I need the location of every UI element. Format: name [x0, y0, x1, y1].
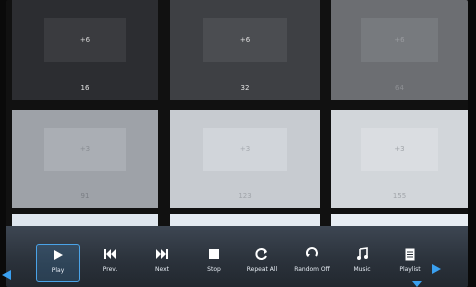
play-button[interactable]: Play: [36, 244, 80, 282]
repeat-button[interactable]: Repeat All: [240, 244, 284, 282]
repeat-icon: [250, 244, 274, 264]
skip-next-icon: [150, 244, 174, 264]
pattern-tile[interactable]: +6 16: [12, 0, 158, 100]
play-label: Play: [51, 267, 65, 274]
test-pattern-grid: +6 16 +6 32 +6 64 +3 91 +3 123 +3 155: [6, 0, 468, 228]
music-button[interactable]: Music: [340, 244, 384, 282]
playlist-button[interactable]: Playlist: [388, 244, 432, 282]
tile-value: 155: [392, 192, 407, 200]
next-label: Next: [155, 266, 169, 273]
tile-value: 32: [240, 84, 250, 92]
tile-patch-label: +3: [203, 127, 287, 171]
skip-previous-icon: [98, 244, 122, 264]
stop-icon: [202, 244, 226, 264]
music-label: Music: [353, 266, 371, 273]
arrow-down-icon[interactable]: [412, 281, 422, 287]
shuffle-icon: [300, 244, 324, 264]
tile-value: 16: [80, 84, 90, 92]
tile-patch-label: +6: [44, 18, 126, 62]
pattern-tile[interactable]: +3 155: [331, 110, 468, 208]
media-control-bar: Play Prev. Next Stop Repeat All Random O…: [6, 226, 468, 287]
random-label: Random Off: [294, 266, 330, 273]
next-button[interactable]: Next: [140, 244, 184, 282]
pattern-tile[interactable]: +3 123: [170, 110, 320, 208]
play-icon: [46, 245, 70, 265]
pattern-tile[interactable]: +6 64: [331, 0, 468, 100]
tile-patch-label: +3: [44, 127, 126, 171]
music-note-icon: [350, 244, 374, 264]
tile-value: 123: [238, 192, 252, 200]
random-button[interactable]: Random Off: [290, 244, 334, 282]
tile-patch-label: +6: [361, 18, 438, 62]
pattern-tile[interactable]: +3 91: [12, 110, 158, 208]
playlist-icon: [398, 244, 422, 264]
stop-label: Stop: [207, 266, 221, 273]
arrow-left-icon[interactable]: [2, 270, 11, 280]
stop-button[interactable]: Stop: [192, 244, 236, 282]
repeat-label: Repeat All: [246, 266, 278, 273]
tile-patch-label: +3: [361, 127, 438, 171]
tile-value: 64: [395, 84, 404, 92]
tile-value: 91: [80, 192, 90, 200]
tv-screen: +6 16 +6 32 +6 64 +3 91 +3 123 +3 155 Pl…: [6, 0, 468, 287]
previous-label: Prev.: [102, 266, 118, 273]
arrow-right-icon[interactable]: [432, 264, 441, 274]
pattern-tile[interactable]: +6 32: [170, 0, 320, 100]
tile-patch-label: +6: [203, 18, 287, 62]
previous-button[interactable]: Prev.: [88, 244, 132, 282]
playlist-label: Playlist: [399, 266, 421, 273]
